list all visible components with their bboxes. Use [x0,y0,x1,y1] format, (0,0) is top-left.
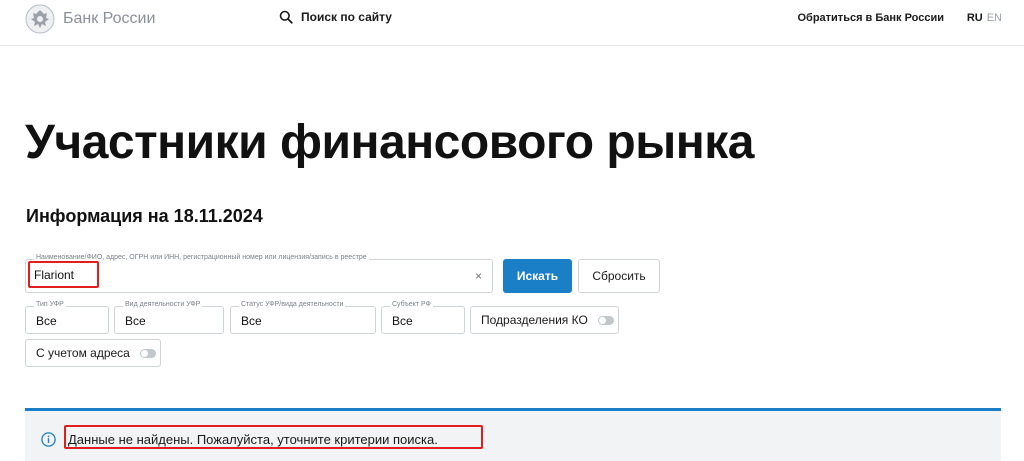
filter-status-value: Все [241,314,262,328]
logo-text[interactable]: Банк России [63,10,155,28]
branches-toggle-switch[interactable] [597,315,614,325]
filter-status-label: Статус УФР/вида деятельности [239,301,346,308]
search-button[interactable]: Искать [503,259,572,293]
search-field[interactable]: Наименование/ФИО, адрес, ОГРН или ИНН, р… [25,254,493,293]
search-link-label: Поиск по сайту [301,10,392,24]
address-toggle-label: С учетом адреса [36,346,130,360]
info-icon [41,432,56,447]
filter-region-value: Все [392,314,413,328]
filter-type-value: Все [36,314,57,328]
clear-icon[interactable]: × [475,269,482,283]
contact-bank-link[interactable]: Обратиться в Банк России [797,12,944,24]
filter-activity-label: Вид деятельности УФР [123,301,203,308]
filter-activity-value: Все [125,314,146,328]
bank-emblem-icon[interactable] [25,4,55,34]
filter-region-select[interactable]: Субъект РФ Все [381,301,465,334]
language-switcher: RU EN [967,12,1002,24]
lang-ru[interactable]: RU [967,12,983,24]
reset-button[interactable]: Сбросить [578,259,660,293]
site-header: Банк России Поиск по сайту Обратиться в … [0,0,1024,46]
search-input[interactable] [34,268,454,282]
lang-en[interactable]: EN [987,12,1002,24]
filter-region-label: Субъект РФ [390,301,433,308]
filter-activity-select[interactable]: Вид деятельности УФР Все [114,301,224,334]
search-field-label: Наименование/ФИО, адрес, ОГРН или ИНН, р… [34,254,369,261]
info-date-heading: Информация на 18.11.2024 [26,206,263,226]
branches-toggle-label: Подразделения КО [481,313,588,327]
site-search-link[interactable]: Поиск по сайту [279,10,392,24]
page-title: Участники финансового рынка [25,116,754,169]
filter-type-label: Тип УФР [34,301,66,308]
notice-text: Данные не найдены. Пожалуйста, уточните … [68,432,438,447]
filter-status-select[interactable]: Статус УФР/вида деятельности Все [230,301,376,334]
branches-toggle-box[interactable]: Подразделения КО [470,306,619,334]
address-toggle-switch[interactable] [139,348,156,358]
filter-type-select[interactable]: Тип УФР Все [25,301,109,334]
search-icon [279,10,293,24]
no-results-notice: Данные не найдены. Пожалуйста, уточните … [25,408,1001,461]
address-toggle-box[interactable]: С учетом адреса [25,339,161,367]
